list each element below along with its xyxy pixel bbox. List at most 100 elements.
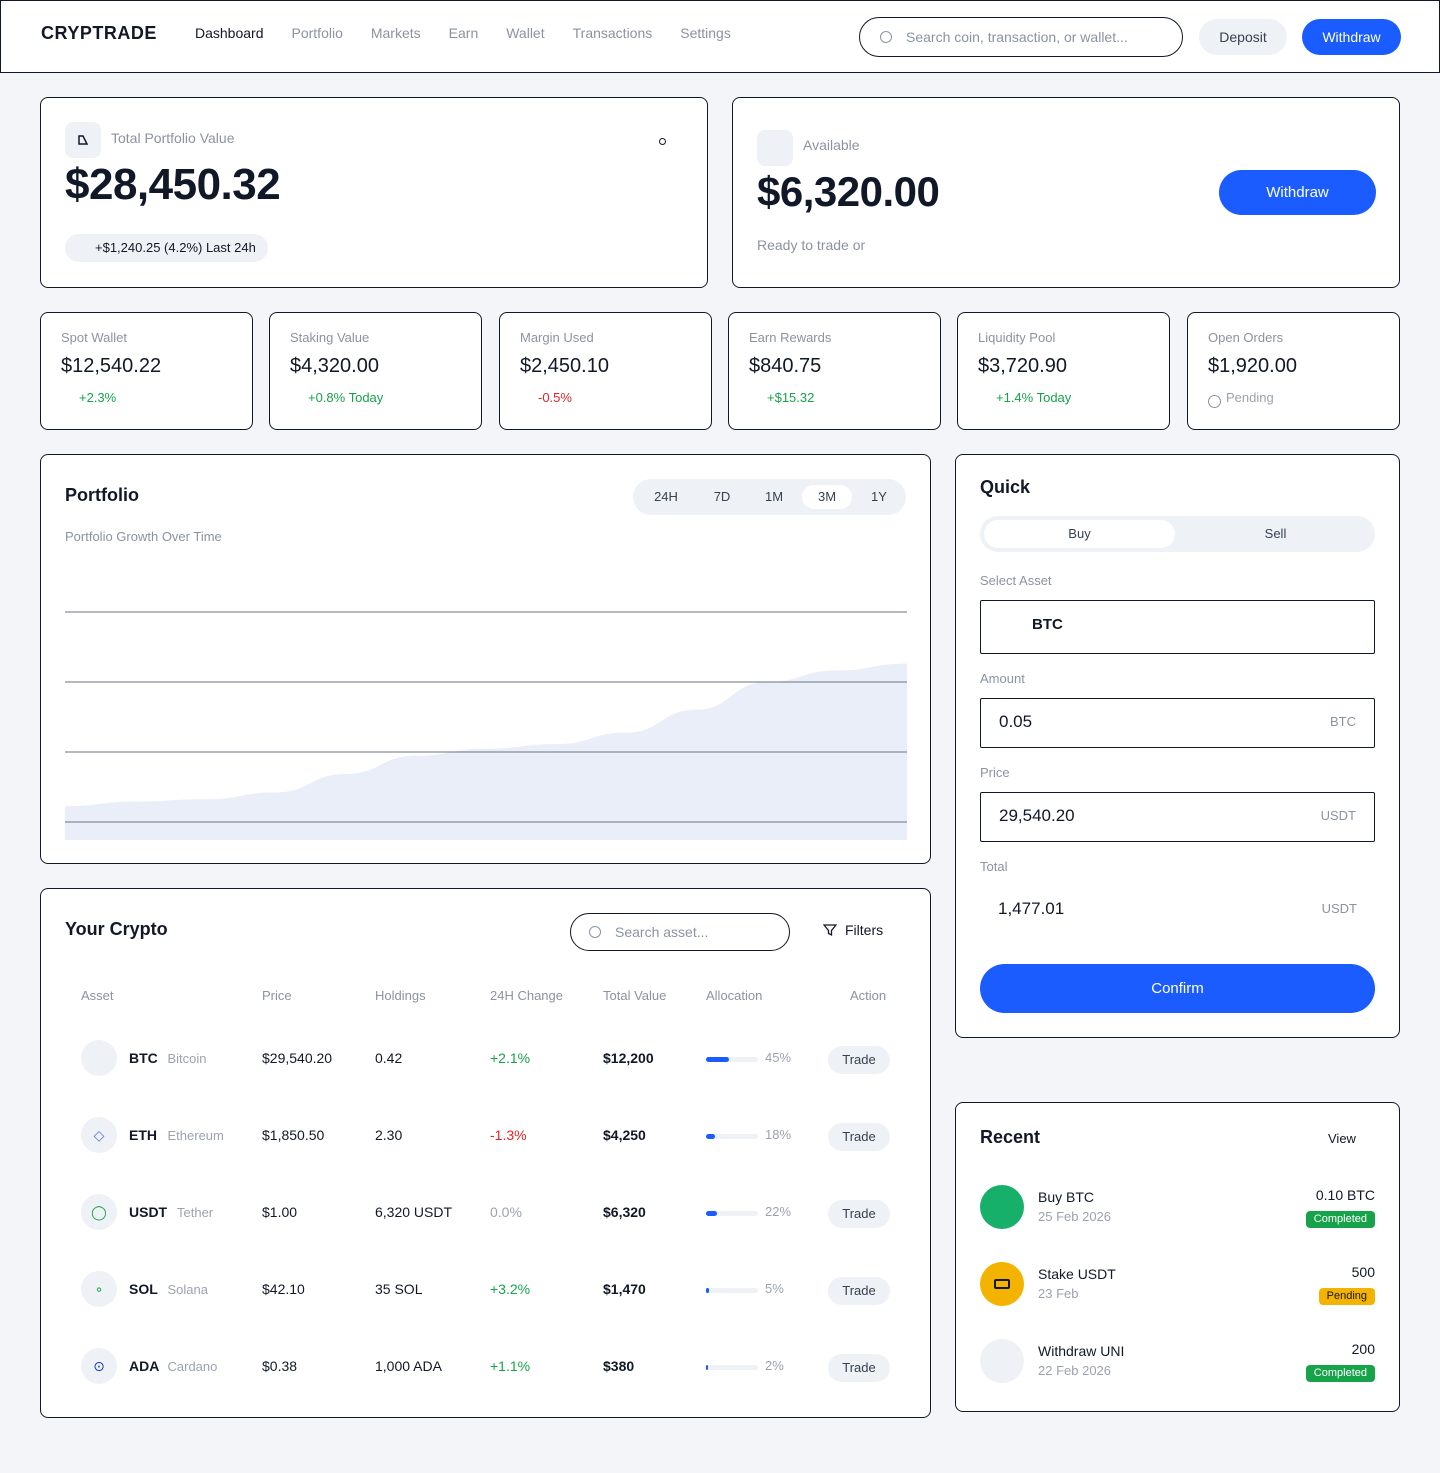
nav-dashboard[interactable]: Dashboard <box>195 25 264 41</box>
trade-button[interactable]: Trade <box>828 1046 890 1074</box>
global-search[interactable] <box>859 17 1183 57</box>
asset-change: -1.3% <box>490 1127 527 1143</box>
stat-label: Liquidity Pool <box>978 330 1056 345</box>
allocation-bar-fill <box>706 1211 717 1216</box>
nav-settings[interactable]: Settings <box>680 25 731 41</box>
transaction-date: 23 Feb <box>1038 1286 1079 1301</box>
nav-wallet[interactable]: Wallet <box>506 25 544 41</box>
trade-button[interactable]: Trade <box>828 1123 890 1151</box>
recent-title: Recent <box>980 1127 1041 1147</box>
range-1y[interactable]: 1Y <box>854 485 904 509</box>
stat-card-open-orders[interactable]: Open Orders $1,920.00 Pending <box>1187 312 1400 430</box>
stat-change: Pending <box>1226 390 1274 405</box>
table-row[interactable]: ⊙ ADA Cardano $0.38 1,000 ADA +1.1% $380 2% Trad… <box>41 1331 930 1408</box>
asset-search[interactable] <box>570 913 790 951</box>
stat-label: Earn Rewards <box>749 330 832 345</box>
asset-select[interactable]: BTC <box>980 600 1375 654</box>
table-row[interactable]: ◯ USDT Tether $1.00 6,320 USDT 0.0% $6,320 22% T… <box>41 1177 930 1254</box>
stat-card-staking-value[interactable]: Staking Value $4,320.00 +0.8% Today <box>269 312 482 430</box>
wallet-icon <box>994 1279 1010 1289</box>
table-row[interactable]: ◇ ETH Ethereum $1,850.50 2.30 -1.3% $4,250 18% T… <box>41 1100 930 1177</box>
range-7d[interactable]: 7D <box>697 485 747 509</box>
portfolio-chart-title: Portfolio <box>65 485 139 505</box>
asset-total-value: $12,200 <box>603 1050 654 1066</box>
price-unit: USDT <box>1320 808 1356 823</box>
ada-coin-icon: ⊙ <box>81 1348 117 1384</box>
table-row[interactable]: ∘ SOL Solana $42.10 35 SOL +3.2% $1,470 5% Trade <box>41 1254 930 1331</box>
nav-portfolio[interactable]: Portfolio <box>292 25 343 41</box>
total-display: 1,477.01 USDT <box>980 886 1375 936</box>
stat-change: -0.5% <box>538 390 572 405</box>
available-balance-card: Available $6,320.00 Ready to trade or Wi… <box>732 97 1400 288</box>
deposit-button[interactable]: Deposit <box>1199 19 1287 55</box>
quick-trade-title: Quick <box>980 477 1031 497</box>
transaction-item[interactable]: Withdraw UNI 22 Feb 2026 200 Completed <box>980 1339 1375 1389</box>
asset-holdings: 6,320 USDT <box>375 1204 453 1220</box>
col-total-value[interactable]: Total Value <box>603 988 666 1003</box>
portfolio-area-chart[interactable] <box>65 580 907 840</box>
crypto-table-title: Your Crypto <box>65 919 168 939</box>
usdt-coin-icon: ◯ <box>81 1194 117 1230</box>
col-price[interactable]: Price <box>262 988 292 1003</box>
total-label: Total <box>980 859 1008 874</box>
range-selector: 24H 7D 1M 3M 1Y <box>633 479 906 515</box>
trade-button[interactable]: Trade <box>828 1354 890 1382</box>
col-asset[interactable]: Asset <box>81 988 114 1003</box>
stat-value: $2,450.10 <box>520 355 609 377</box>
stat-card-earn-rewards[interactable]: Earn Rewards $840.75 +$15.32 <box>728 312 941 430</box>
asset-change: +2.1% <box>490 1050 531 1066</box>
stat-change: +$15.32 <box>767 390 815 405</box>
stat-card-margin-used[interactable]: Margin Used $2,450.10 -0.5% <box>499 312 712 430</box>
transaction-item[interactable]: Stake USDT 23 Feb 500 Pending <box>980 1262 1375 1312</box>
transaction-title: Withdraw UNI <box>1038 1343 1125 1359</box>
transaction-amount: 500 <box>1351 1264 1375 1280</box>
allocation-bar-fill <box>706 1057 729 1062</box>
available-withdraw-button[interactable]: Withdraw <box>1219 170 1376 215</box>
col-allocation[interactable]: Allocation <box>706 988 762 1003</box>
col-24h-change[interactable]: 24H Change <box>490 988 563 1003</box>
status-badge: Pending <box>1318 1288 1375 1305</box>
range-3m[interactable]: 3M <box>802 485 852 509</box>
range-1m[interactable]: 1M <box>749 485 799 509</box>
trade-button[interactable]: Trade <box>828 1200 890 1228</box>
col-holdings[interactable]: Holdings <box>375 988 426 1003</box>
filter-icon <box>823 924 837 937</box>
transaction-date: 22 Feb 2026 <box>1038 1363 1112 1378</box>
asset-search-input[interactable] <box>615 922 775 942</box>
allocation-percent: 22% <box>765 1204 792 1219</box>
transaction-item[interactable]: Buy BTC 25 Feb 2026 0.10 BTC Completed <box>980 1185 1375 1235</box>
stat-change: +2.3% <box>79 390 117 405</box>
asset-holdings: 35 SOL <box>375 1281 423 1297</box>
global-search-input[interactable] <box>906 27 1166 47</box>
app-logo[interactable]: CRYPTRADE <box>41 23 157 44</box>
allocation-bar <box>706 1134 758 1139</box>
table-row[interactable]: BTC Bitcoin $29,540.20 0.42 +2.1% $12,200 45% T… <box>41 1023 930 1100</box>
allocation-percent: 5% <box>765 1281 784 1296</box>
sell-tab[interactable]: Sell <box>1180 520 1371 548</box>
header-withdraw-button[interactable]: Withdraw <box>1302 19 1401 55</box>
asset-holdings: 1,000 ADA <box>375 1358 442 1374</box>
range-24h[interactable]: 24H <box>641 485 691 509</box>
nav-markets[interactable]: Markets <box>371 25 421 41</box>
amount-input[interactable]: 0.05 BTC <box>980 698 1375 748</box>
buy-tab[interactable]: Buy <box>984 520 1175 548</box>
price-input[interactable]: 29,540.20 USDT <box>980 792 1375 842</box>
confirm-button[interactable]: Confirm <box>980 964 1375 1013</box>
allocation-percent: 45% <box>765 1050 792 1065</box>
asset-total-value: $380 <box>603 1358 635 1374</box>
quick-trade-card: Quick Buy Sell Select Asset BTC Amount 0… <box>955 454 1400 1038</box>
view-all-link[interactable]: View <box>1328 1131 1356 1146</box>
asset-change: +3.2% <box>490 1281 531 1297</box>
nav-earn[interactable]: Earn <box>449 25 479 41</box>
allocation-bar <box>706 1211 758 1216</box>
stat-card-spot-wallet[interactable]: Spot Wallet $12,540.22 +2.3% <box>40 312 253 430</box>
allocation-bar-fill <box>706 1365 708 1370</box>
trade-button[interactable]: Trade <box>828 1277 890 1305</box>
asset-price: $42.10 <box>262 1281 305 1297</box>
nav-transactions[interactable]: Transactions <box>573 25 653 41</box>
clock-icon <box>1208 395 1221 408</box>
stat-card-liquidity-pool[interactable]: Liquidity Pool $3,720.90 +1.4% Today <box>957 312 1170 430</box>
more-icon[interactable] <box>659 138 666 145</box>
filters-button[interactable]: Filters <box>823 922 883 938</box>
transaction-title: Buy BTC <box>1038 1189 1095 1205</box>
